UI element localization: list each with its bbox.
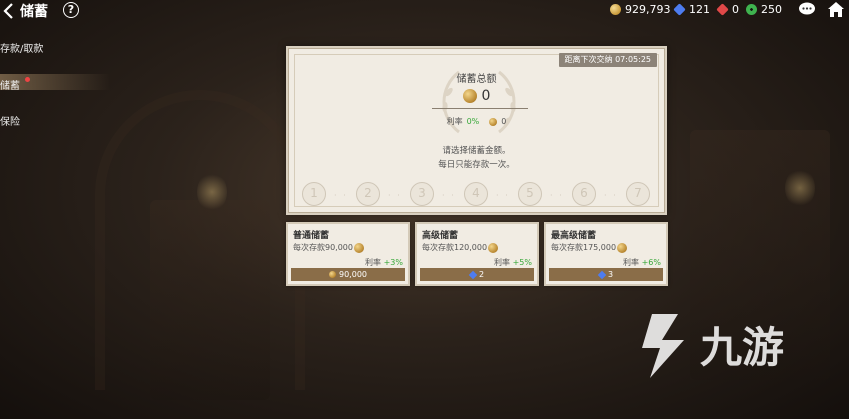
background-shelf (150, 200, 270, 400)
countdown-badge: 距离下次交纳 07:05:25 (558, 53, 657, 67)
instruction-line-2: 每日只能存款一次。 (438, 160, 515, 170)
step-connector: · · (604, 191, 618, 200)
countdown-label: 距离下次交纳 (564, 55, 613, 64)
option-rate: 利率 +6% (623, 257, 661, 268)
home-icon[interactable] (827, 1, 845, 18)
watermark-text: 九游 (700, 323, 784, 372)
currency-value: 250 (761, 3, 782, 16)
background-lamp (197, 172, 227, 212)
gold-coin-icon (617, 242, 628, 253)
red-gem-icon (716, 3, 729, 16)
option-rate-value: +6% (641, 258, 661, 267)
step-connector: · · (496, 191, 510, 200)
gold-coin-icon (329, 271, 336, 278)
gold-coin-icon (489, 117, 498, 126)
option-cost-button[interactable]: 90,000 (291, 268, 405, 281)
option-name: 高级储蓄 (422, 231, 459, 241)
chat-icon[interactable] (798, 2, 816, 16)
top-bar: 储蓄 ? 929,793 121 0 250 (0, 0, 849, 22)
option-name: 最高级储蓄 (551, 231, 597, 241)
day-step: 7 (626, 182, 650, 206)
savings-summary-panel: 距离下次交纳 07:05:25 储蓄总额 0 利率 0% 0 请选择储蓄金额。 … (286, 46, 667, 215)
green-gear-icon (746, 4, 757, 15)
day-step: 3 (410, 182, 434, 206)
help-icon[interactable]: ? (63, 2, 79, 18)
day-step: 2 (356, 182, 380, 206)
day-step: 4 (464, 182, 488, 206)
blue-gem-icon (597, 270, 607, 279)
sidebar-item-insurance[interactable]: 保险 (0, 113, 20, 128)
option-rate-value: +3% (383, 258, 403, 267)
day-step: 5 (518, 182, 542, 206)
currency-red: 0 (716, 3, 739, 16)
savings-option-advanced[interactable]: 高级储蓄 每次存款120,000 利率 +5% 2 (415, 222, 539, 286)
savings-option-premium[interactable]: 最高级储蓄 每次存款175,000 利率 +6% 3 (544, 222, 668, 286)
currency-value: 929,793 (625, 3, 671, 16)
step-connector: · · (334, 191, 348, 200)
currency-gold: 929,793 (610, 3, 671, 16)
option-amount: 每次存款175,000 (551, 242, 628, 253)
gold-coin-icon (610, 4, 621, 15)
savings-option-basic[interactable]: 普通储蓄 每次存款90,000 利率 +3% 90,000 (286, 222, 410, 286)
divider (432, 108, 528, 109)
gold-coin-icon (354, 242, 364, 253)
currency-value: 121 (689, 3, 710, 16)
notification-dot (25, 77, 30, 82)
option-rate-value: +5% (512, 258, 532, 267)
option-rate-label: 利率 (623, 258, 640, 267)
option-rate-label: 利率 (494, 258, 511, 267)
gold-coin-icon (488, 242, 499, 253)
option-amount-text: 每次存款120,000 (422, 243, 488, 252)
blue-gem-icon (468, 270, 478, 279)
countdown-time: 07:05:25 (615, 55, 651, 64)
background-lamp (785, 168, 815, 208)
gold-coin-icon (462, 89, 477, 103)
day-progress: 1 · · 2 · · 3 · · 4 · · 5 · · 6 · · 7 (302, 182, 655, 206)
currency-blue: 121 (673, 3, 710, 16)
sidebar-item-savings[interactable]: 储蓄 (0, 77, 20, 92)
option-amount-text: 每次存款90,000 (293, 243, 353, 252)
currency-green: 250 (746, 3, 782, 16)
currency-value: 0 (732, 3, 739, 16)
day-step: 6 (572, 182, 596, 206)
step-connector: · · (550, 191, 564, 200)
option-cost-button[interactable]: 3 (549, 268, 663, 281)
option-amount: 每次存款90,000 (293, 242, 364, 253)
day-step: 1 (302, 182, 326, 206)
option-rate: 利率 +3% (365, 257, 403, 268)
step-connector: · · (388, 191, 402, 200)
page-title: 储蓄 (20, 4, 48, 20)
option-cost: 2 (478, 270, 485, 279)
option-amount-text: 每次存款175,000 (551, 243, 617, 252)
rate-label: 利率 (446, 117, 463, 126)
watermark-logo: 九游 (642, 314, 784, 378)
instruction-line-1: 请选择储蓄金额。 (442, 146, 511, 156)
option-cost: 90,000 (339, 270, 367, 279)
blue-gem-icon (673, 3, 686, 16)
option-rate: 利率 +5% (494, 257, 532, 268)
option-cost: 3 (607, 270, 614, 279)
savings-total-title: 储蓄总额 (456, 74, 497, 85)
back-arrow-icon[interactable] (2, 2, 16, 20)
option-rate-label: 利率 (365, 258, 382, 267)
sidebar-item-deposit-withdraw[interactable]: 存款/取款 (0, 40, 43, 55)
savings-total-value: 0 (481, 88, 491, 104)
rate-bonus: 0 (501, 117, 507, 126)
option-cost-button[interactable]: 2 (420, 268, 534, 281)
savings-total-row: 0 (288, 88, 665, 104)
step-connector: · · (442, 191, 456, 200)
option-name: 普通储蓄 (293, 231, 330, 241)
rate-value: 0% (466, 117, 480, 126)
option-amount: 每次存款120,000 (422, 242, 499, 253)
interest-rate-row: 利率 0% 0 (288, 116, 665, 127)
